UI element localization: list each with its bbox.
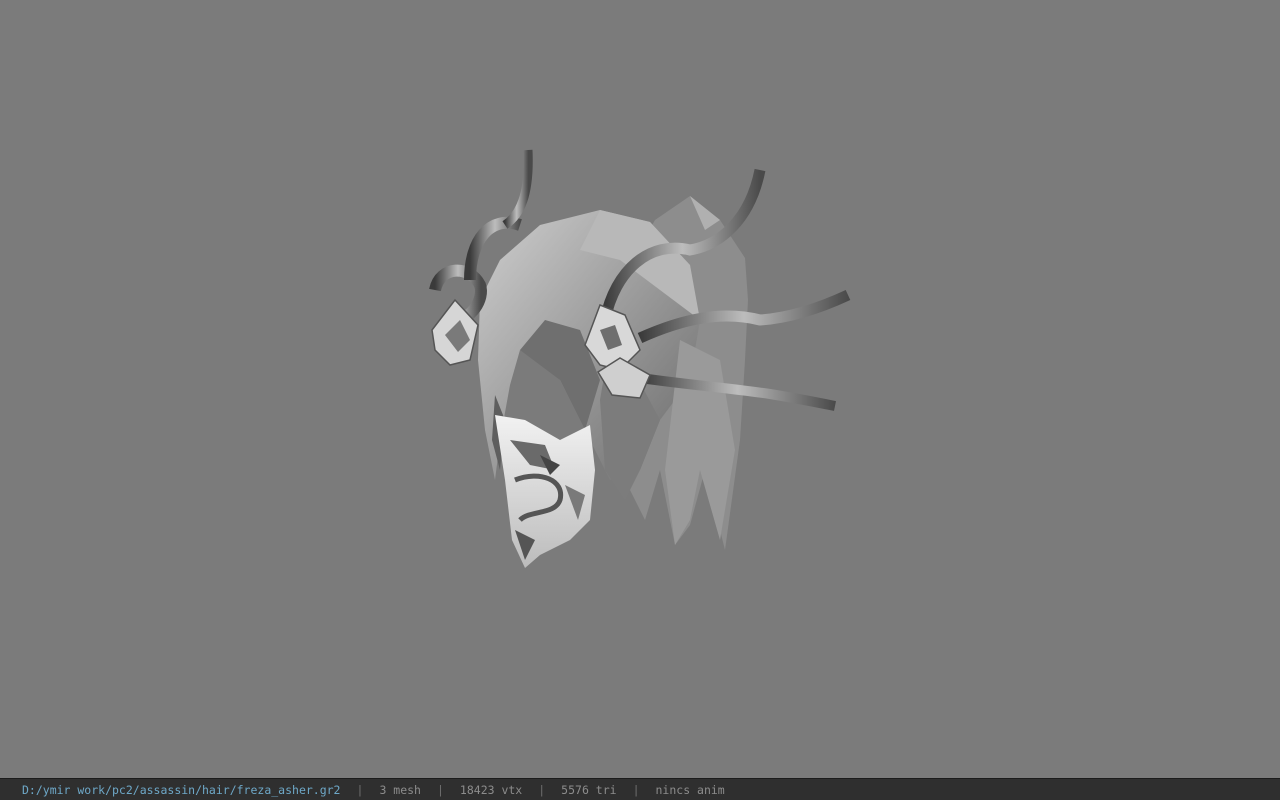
status-file-path: D:/ymir work/pc2/assassin/hair/freza_ash… <box>22 782 341 797</box>
status-vertex-count: 18423 vtx <box>459 782 523 797</box>
status-mesh-count: 3 mesh <box>379 782 421 797</box>
status-separator: | <box>632 782 640 797</box>
status-triangle-count: 5576 tri <box>561 782 617 797</box>
status-separator: | <box>436 782 444 797</box>
status-animation: nincs anim <box>655 782 725 797</box>
status-separator: | <box>538 782 546 797</box>
mask-mesh <box>495 415 595 568</box>
status-separator: | <box>356 782 364 797</box>
status-bar: D:/ymir work/pc2/assassin/hair/freza_ash… <box>0 778 1280 800</box>
3d-viewport[interactable] <box>0 0 1280 778</box>
hair-model-icon[interactable] <box>0 0 1280 778</box>
